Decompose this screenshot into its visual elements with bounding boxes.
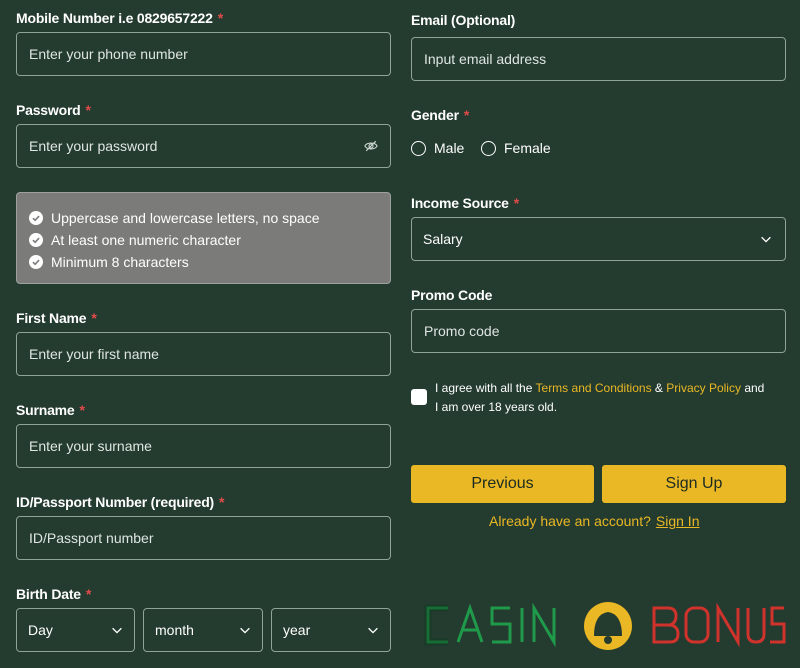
chevron-down-icon xyxy=(368,627,378,634)
birth-day-select[interactable]: Day xyxy=(16,608,135,652)
mobile-label: Mobile Number i.e 0829657222 * xyxy=(16,10,223,26)
account-prompt: Already have an account? Sign In xyxy=(489,513,700,529)
radio-circle[interactable] xyxy=(481,140,496,156)
signin-link[interactable]: Sign In xyxy=(656,513,700,529)
gender-label: Gender * xyxy=(411,107,470,123)
chevron-down-icon xyxy=(112,627,122,634)
password-rule: Uppercase and lowercase letters, no spac… xyxy=(29,207,378,229)
password-rule: At least one numeric character xyxy=(29,229,378,251)
agree-checkbox[interactable] xyxy=(411,389,427,405)
password-rule: Minimum 8 characters xyxy=(29,251,378,273)
radio-circle[interactable] xyxy=(411,140,426,156)
id-number-label: ID/Passport Number (required) * xyxy=(16,494,225,510)
birth-month-select[interactable]: month xyxy=(143,608,263,652)
password-rules-box: Uppercase and lowercase letters, no spac… xyxy=(16,192,391,284)
email-label: Email (Optional) xyxy=(411,12,516,28)
gender-male-radio[interactable]: Male xyxy=(411,140,464,156)
check-circle-icon xyxy=(29,255,43,269)
chevron-down-icon xyxy=(240,627,250,634)
check-circle-icon xyxy=(29,211,43,225)
bell-icon xyxy=(584,602,632,650)
password-input[interactable]: Enter your password xyxy=(16,124,391,168)
eye-slash-icon[interactable] xyxy=(364,139,378,153)
first-name-placeholder: Enter your first name xyxy=(29,346,159,362)
signup-button[interactable]: Sign Up xyxy=(602,465,786,503)
promo-placeholder: Promo code xyxy=(424,323,500,339)
surname-label: Surname * xyxy=(16,402,85,418)
promo-input[interactable]: Promo code xyxy=(411,309,786,353)
previous-button[interactable]: Previous xyxy=(411,465,594,503)
terms-link[interactable]: Terms and Conditions xyxy=(536,381,652,395)
id-number-input[interactable]: ID/Passport number xyxy=(16,516,391,560)
promo-label: Promo Code xyxy=(411,287,493,303)
income-source-select[interactable]: Salary xyxy=(411,217,786,261)
gender-female-radio[interactable]: Female xyxy=(481,140,551,156)
income-source-label: Income Source * xyxy=(411,195,520,211)
password-label: Password * xyxy=(16,102,91,118)
surname-input[interactable]: Enter your surname xyxy=(16,424,391,468)
mobile-input[interactable]: Enter your phone number xyxy=(16,32,391,76)
privacy-link[interactable]: Privacy Policy xyxy=(666,381,741,395)
birth-date-label: Birth Date * xyxy=(16,586,92,602)
mobile-placeholder: Enter your phone number xyxy=(29,46,188,62)
password-placeholder: Enter your password xyxy=(29,138,158,154)
casino-bonus-logo xyxy=(418,592,786,658)
agree-text: I agree with all the Terms and Condition… xyxy=(435,381,765,414)
id-number-placeholder: ID/Passport number xyxy=(29,530,154,546)
email-placeholder: Input email address xyxy=(424,51,547,67)
email-input[interactable]: Input email address xyxy=(411,37,786,81)
chevron-down-icon xyxy=(761,236,771,243)
surname-placeholder: Enter your surname xyxy=(29,438,152,454)
first-name-label: First Name * xyxy=(16,310,97,326)
first-name-input[interactable]: Enter your first name xyxy=(16,332,391,376)
birth-year-select[interactable]: year xyxy=(271,608,391,652)
check-circle-icon xyxy=(29,233,43,247)
